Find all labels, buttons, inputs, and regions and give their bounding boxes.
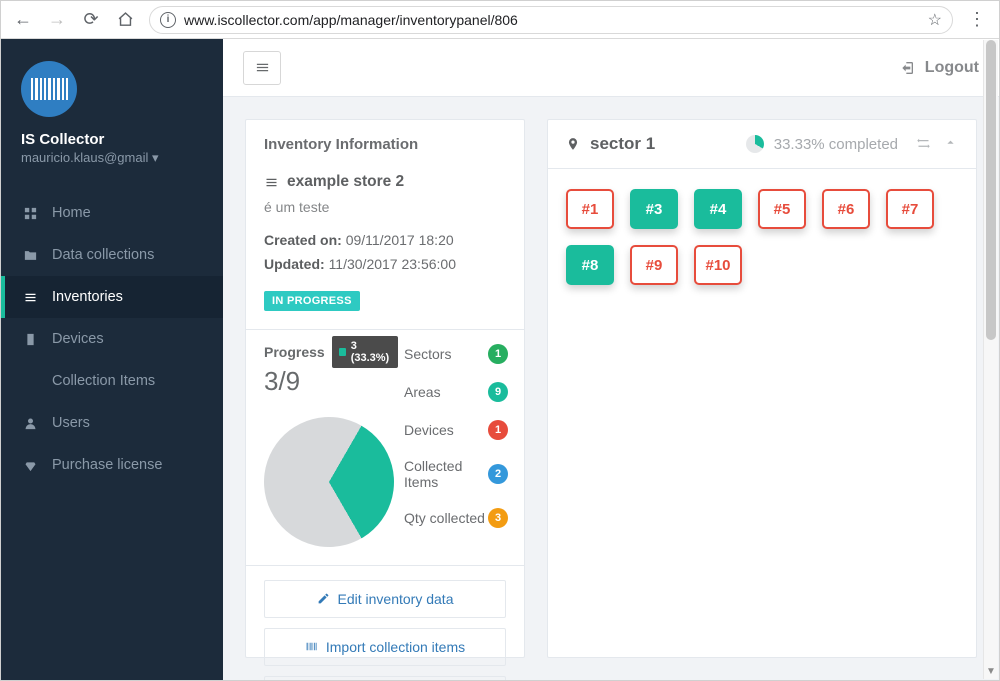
progress-fraction: 3/9: [264, 366, 394, 397]
sidebar-item-home[interactable]: Home: [1, 192, 223, 234]
area-tile[interactable]: #7: [886, 189, 934, 229]
edit-inventory-button[interactable]: Edit inventory data: [264, 580, 506, 618]
sidebar-item-label: Devices: [52, 331, 104, 347]
stat-row: Areas 9: [404, 382, 508, 402]
stat-label: Devices: [404, 422, 454, 438]
store-subtitle: é um teste: [264, 199, 506, 215]
stat-row: Qty collected3: [404, 508, 508, 528]
page-scrollbar[interactable]: ▲ ▼: [983, 40, 998, 679]
stat-label: Collected Items: [404, 458, 488, 490]
area-tile[interactable]: #5: [758, 189, 806, 229]
area-tile[interactable]: #1: [566, 189, 614, 229]
store-name: example store 2: [287, 173, 404, 191]
barcode-icon: [305, 640, 318, 653]
updated-date: 11/30/2017 23:56:00: [329, 256, 456, 272]
browser-menu-icon[interactable]: ⋮: [963, 6, 991, 34]
created-date: 09/11/2017 18:20: [346, 232, 454, 248]
card-title: Inventory Information: [246, 120, 524, 163]
status-badge: IN PROGRESS: [264, 291, 360, 311]
sidebar-toggle-button[interactable]: [243, 51, 281, 85]
sidebar-item-inventories[interactable]: Inventories: [1, 276, 223, 318]
reload-button[interactable]: ⟳: [77, 6, 105, 34]
app-logo: [21, 61, 77, 117]
stat-badge: 9: [488, 382, 508, 402]
stat-label: Qty collected: [404, 510, 485, 526]
sidebar-item-data-collections[interactable]: Data collections: [1, 234, 223, 276]
main-content: Logout Inventory Information example sto…: [223, 39, 999, 680]
area-tile[interactable]: #6: [822, 189, 870, 229]
stat-label: Areas: [404, 384, 441, 400]
stat-badge: 3: [488, 508, 508, 528]
sidebar-item-label: Collection Items: [52, 373, 155, 389]
area-tile[interactable]: #4: [694, 189, 742, 229]
sidebar-item-users[interactable]: Users: [1, 402, 223, 444]
chevron-down-icon: ▾: [152, 150, 159, 165]
sidebar-item-devices[interactable]: Devices: [1, 318, 223, 360]
sector-card: sector 1 33.33% completed: [547, 119, 977, 658]
area-tile[interactable]: #9: [630, 245, 678, 285]
stat-badge: 1: [488, 344, 508, 364]
forward-button[interactable]: →: [43, 6, 71, 34]
sidebar: IS Collector mauricio.klaus@gmail ▾ Home…: [1, 39, 223, 680]
sidebar-item-label: Home: [52, 205, 91, 221]
site-info-icon[interactable]: i: [160, 12, 176, 28]
sidebar-item-purchase-license[interactable]: Purchase license: [1, 444, 223, 486]
sidebar-item-label: Data collections: [52, 247, 154, 263]
mini-pie-icon: [746, 135, 764, 153]
sector-title: sector 1: [590, 134, 655, 154]
home-button[interactable]: [111, 6, 139, 34]
sidebar-item-label: Users: [52, 415, 90, 431]
sidebar-item-label: Inventories: [52, 289, 123, 305]
stat-row: Sectors 1: [404, 344, 508, 364]
chart-tooltip: 3 (33.3%): [332, 336, 398, 368]
progress-pie-chart: [264, 417, 394, 547]
pin-icon: [566, 137, 580, 151]
address-bar[interactable]: i www.iscollector.com/app/manager/invent…: [149, 6, 953, 34]
stat-row: Collected Items2: [404, 458, 508, 490]
logout-link[interactable]: Logout: [899, 59, 979, 77]
pencil-icon: [317, 592, 330, 605]
import-items-button[interactable]: Import collection items: [264, 628, 506, 666]
stat-label: Sectors: [404, 346, 451, 362]
stat-row: Devices 1: [404, 420, 508, 440]
inventory-info-card: Inventory Information example store 2 é …: [245, 119, 525, 658]
area-tile[interactable]: #3: [630, 189, 678, 229]
settings-icon[interactable]: [916, 135, 931, 154]
bookmark-icon[interactable]: ☆: [928, 10, 942, 30]
stat-badge: 1: [488, 420, 508, 440]
collapse-icon[interactable]: [943, 135, 958, 154]
user-email-dropdown[interactable]: mauricio.klaus@gmail ▾: [21, 150, 203, 166]
app-title: IS Collector: [21, 131, 203, 148]
area-tile[interactable]: #8: [566, 245, 614, 285]
stat-badge: 2: [488, 464, 508, 484]
sector-progress: 33.33% completed: [746, 135, 898, 153]
url-text: www.iscollector.com/app/manager/inventor…: [184, 12, 518, 28]
add-sector-button[interactable]: Add sector: [264, 676, 506, 680]
back-button[interactable]: ←: [9, 6, 37, 34]
sidebar-item-collection-items[interactable]: Collection Items: [1, 360, 223, 402]
browser-toolbar: ← → ⟳ i www.iscollector.com/app/manager/…: [1, 1, 999, 39]
sidebar-item-label: Purchase license: [52, 457, 162, 473]
list-icon: [264, 175, 279, 190]
area-tile[interactable]: #10: [694, 245, 742, 285]
